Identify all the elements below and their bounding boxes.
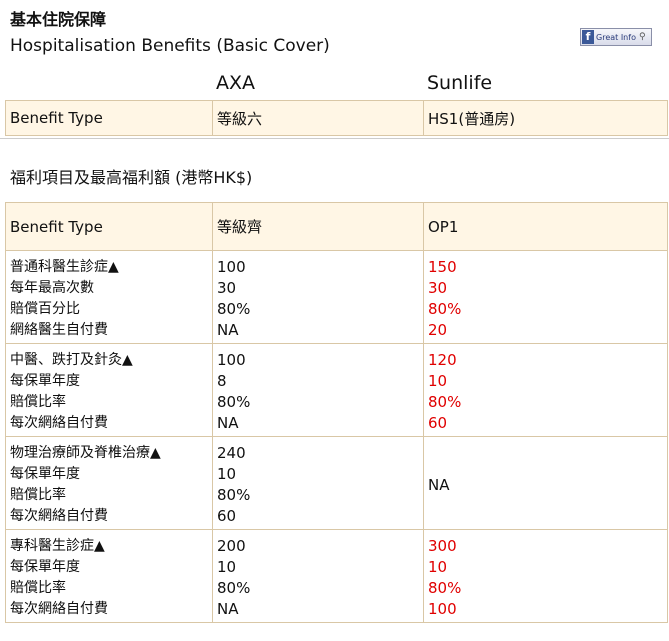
header-sunlife: OP1 (423, 202, 668, 251)
benefit-sub-label: 賠償百分比 (10, 301, 80, 317)
benefit-sub-label: 每次網絡自付費 (10, 415, 108, 431)
sunlife-value: 10 (428, 372, 448, 390)
axa-value: NA (217, 414, 239, 432)
share-button-label: Great Info (596, 32, 636, 42)
section-divider (0, 138, 669, 139)
page-title-english: Hospitalisation Benefits (Basic Cover) (10, 36, 330, 56)
sunlife-value: 20 (428, 321, 448, 339)
sunlife-value: 150 (428, 258, 457, 276)
axa-value: 8 (217, 372, 227, 390)
axa-value: NA (217, 321, 239, 339)
plan-row-label: Benefit Type (5, 100, 213, 136)
axa-value: 200 (217, 537, 246, 555)
header-label: Benefit Type (5, 202, 213, 251)
facebook-icon: f (582, 30, 594, 44)
benefit-name: 中醫、跌打及針灸▲ (10, 352, 133, 368)
plan-sunlife: HS1(普通房) (423, 100, 668, 136)
benefit-sub-label: 每保單年度 (10, 373, 80, 389)
axa-value: 80% (217, 579, 251, 597)
axa-value: NA (217, 600, 239, 618)
benefit-block-gp: 普通科醫生診症▲ 每年最高次數 賠償百分比 網絡醫生自付費 100 30 80%… (5, 250, 668, 344)
page-title-chinese: 基本住院保障 (10, 10, 107, 29)
benefit-sub-label: 每次網絡自付費 (10, 601, 108, 617)
benefit-sub-label: 賠償比率 (10, 580, 66, 596)
benefit-name: 普通科醫生診症▲ (10, 259, 119, 275)
benefit-sub-label: 每次網絡自付費 (10, 508, 108, 524)
facebook-share-button[interactable]: f Great Info ⚲ (580, 28, 652, 46)
benefit-sub-label: 網絡醫生自付費 (10, 322, 108, 338)
benefits-table: Benefit Type 等級齊 OP1 普通科醫生診症▲ 每年最高次數 賠償百… (5, 202, 668, 623)
sunlife-value: 80% (428, 579, 462, 597)
benefit-sub-label: 每年最高次數 (10, 280, 94, 296)
axa-value: 240 (217, 444, 246, 462)
section-title: 福利項目及最高福利額 (港幣HK$) (10, 168, 253, 187)
sunlife-na-value: NA (428, 475, 450, 494)
benefit-sub-label: 每保單年度 (10, 559, 80, 575)
sunlife-value: 60 (428, 414, 448, 432)
magnifier-icon: ⚲ (638, 32, 646, 42)
axa-value: 100 (217, 258, 246, 276)
benefit-name: 物理治療師及脊椎治療▲ (10, 445, 161, 461)
axa-value: 80% (217, 393, 251, 411)
axa-value: 60 (217, 507, 237, 525)
company-sunlife-heading: Sunlife (427, 72, 493, 94)
sunlife-value: 30 (428, 279, 448, 297)
sunlife-value: 10 (428, 558, 448, 576)
sunlife-value: 80% (428, 393, 462, 411)
benefits-table-header: Benefit Type 等級齊 OP1 (5, 202, 668, 251)
axa-value: 80% (217, 300, 251, 318)
axa-value: 10 (217, 465, 237, 483)
sunlife-value: 300 (428, 537, 457, 555)
sunlife-value: 100 (428, 600, 457, 618)
axa-value: 80% (217, 486, 251, 504)
benefit-block-chinese-medicine: 中醫、跌打及針灸▲ 每保單年度 賠償比率 每次網絡自付費 100 8 80% N… (5, 343, 668, 437)
header-axa: 等級齊 (212, 202, 424, 251)
benefit-sub-label: 賠償比率 (10, 394, 66, 410)
axa-value: 10 (217, 558, 237, 576)
plan-axa: 等級六 (212, 100, 424, 136)
benefit-name: 專科醫生診症▲ (10, 538, 105, 554)
sunlife-value: 80% (428, 300, 462, 318)
benefit-sub-label: 每保單年度 (10, 466, 80, 482)
axa-value: 30 (217, 279, 237, 297)
plan-table: Benefit Type 等級六 HS1(普通房) (5, 100, 668, 136)
company-axa-heading: AXA (216, 72, 256, 94)
benefit-block-physiotherapy: 物理治療師及脊椎治療▲ 每保單年度 賠償比率 每次網絡自付費 240 10 80… (5, 436, 668, 530)
benefit-sub-label: 賠償比率 (10, 487, 66, 503)
sunlife-value: 120 (428, 351, 457, 369)
axa-value: 100 (217, 351, 246, 369)
plan-row: Benefit Type 等級六 HS1(普通房) (5, 100, 668, 136)
benefit-block-specialist: 專科醫生診症▲ 每保單年度 賠償比率 每次網絡自付費 200 10 80% NA… (5, 529, 668, 623)
